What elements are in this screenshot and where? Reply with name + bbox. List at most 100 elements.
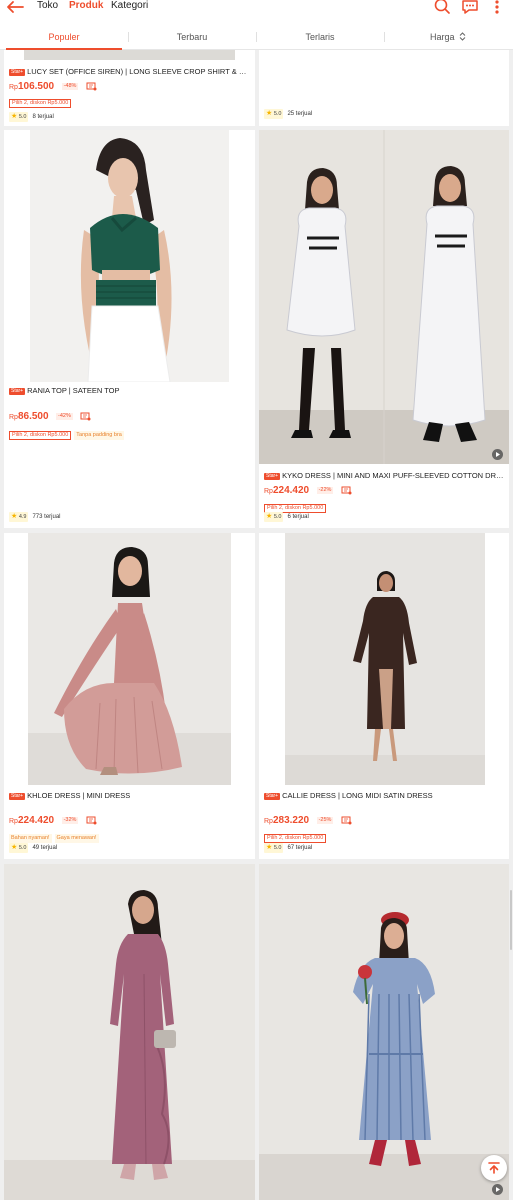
promo-row: Pilih 2, diskon Rp5.000 [264, 826, 329, 843]
meta-row: ★ 5.0 49 terjual [9, 843, 57, 853]
product-card[interactable]: Star+ KYKO DRESS | MINI AND MAXI PUFF-SLE… [259, 130, 509, 528]
product-card[interactable]: Star+ RANIA TOP | SATEEN TOP Rp86.500 -42… [4, 130, 255, 528]
star-icon: ★ [266, 844, 273, 851]
product-card[interactable]: Star+ LUCY SET (OFFICE SIREN) | LONG SLEE… [4, 50, 255, 126]
discount-badge: -32% [61, 817, 79, 825]
price-value: 224.420 [17, 815, 55, 827]
sold-count: 67 terjual [287, 845, 313, 851]
scrollbar[interactable] [510, 890, 512, 950]
promo-row: Pilih 2, diskon Rp5.000 [9, 91, 74, 108]
product-card[interactable]: Star+ KHLOE DRESS | MINI DRESS Rp224.420 … [4, 533, 255, 859]
star-icon: ★ [266, 110, 273, 117]
video-play-icon[interactable] [492, 1184, 503, 1195]
promo-tag: Pilih 2, diskon Rp5.000 [9, 431, 72, 440]
star-plus-badge: Star+ [9, 69, 26, 76]
sold-count: 8 terjual [32, 114, 54, 120]
product-price: Rp283.220 [264, 815, 309, 826]
tab-kategori[interactable]: Kategori [111, 0, 148, 12]
meta-row: ★ 5.0 6 terjual [264, 512, 309, 522]
currency: Rp [264, 818, 273, 826]
product-image [4, 130, 255, 382]
rating-badge: ★ 5.0 [9, 843, 29, 853]
product-card[interactable]: Star+ CALLIE DRESS | LONG MIDI SATIN DRES… [259, 533, 509, 859]
search-icon[interactable] [433, 0, 451, 14]
discount-badge: -25% [316, 817, 334, 825]
product-image [4, 864, 255, 1200]
star-plus-badge: Star+ [264, 793, 281, 800]
star-plus-badge: Star+ [9, 793, 26, 800]
price-row: Rp86.500 -42% [9, 408, 91, 422]
sort-populer[interactable]: Populer [0, 24, 128, 50]
product-name: Star+ KHLOE DRESS | MINI DRESS [9, 791, 251, 801]
product-name: Star+ KYKO DRESS | MINI AND MAXI PUFF-SLE… [264, 471, 506, 481]
star-icon: ★ [266, 513, 273, 520]
more-vertical-icon[interactable] [493, 0, 501, 14]
product-image [259, 533, 509, 785]
star-icon: ★ [11, 844, 18, 851]
promo-row: Pilih 2, diskon Rp5.000 [264, 496, 329, 513]
sort-terlaris-label: Terlaris [305, 32, 335, 42]
product-price: Rp224.420 [264, 485, 309, 496]
tab-toko[interactable]: Toko [37, 0, 58, 12]
product-title: RANIA TOP | SATEEN TOP [27, 386, 120, 395]
product-name: Star+ RANIA TOP | SATEEN TOP [9, 386, 251, 396]
product-price: Rp86.500 [9, 411, 49, 422]
rating-value: 5.0 [18, 845, 27, 851]
meta-row: ★ 4.9 773 terjual [9, 512, 61, 522]
promo-tag: Gaya menawan! [54, 834, 99, 843]
tab-produk[interactable]: Produk [69, 0, 103, 12]
star-plus-badge: Star+ [9, 388, 26, 395]
sold-count: 25 terjual [287, 111, 313, 117]
product-image [259, 130, 509, 464]
product-image [4, 533, 255, 785]
rating-value: 4.9 [18, 514, 27, 520]
product-card[interactable] [4, 864, 255, 1200]
sort-harga[interactable]: Harga [384, 24, 512, 50]
price-row: Rp224.420 -22% [264, 482, 352, 496]
price-row: Rp224.420 -32% [9, 812, 97, 826]
rating-value: 5.0 [273, 845, 282, 851]
promo-row: Bahan nyaman! Gaya menawan! [9, 826, 102, 843]
product-image [4, 50, 255, 60]
promo-row: Pilih 2, diskon Rp5.000 Tanpa padding bra [9, 423, 127, 440]
scroll-to-top-button[interactable] [481, 1155, 507, 1181]
sort-terlaris[interactable]: Terlaris [256, 24, 384, 50]
rating-value: 5.0 [273, 111, 282, 117]
rating-badge: ★ 5.0 [264, 109, 284, 119]
sold-count: 49 terjual [32, 845, 58, 851]
product-title: LUCY SET (OFFICE SIREN) | LONG SLEEVE CR… [27, 67, 251, 76]
product-price: Rp224.420 [9, 815, 54, 826]
rating-badge: ★ 5.0 [264, 843, 284, 853]
sort-terbaru-label: Terbaru [176, 32, 208, 42]
sort-updown-icon [459, 32, 466, 41]
product-image [259, 864, 509, 1200]
promo-tag: Bahan nyaman! [9, 834, 52, 843]
sold-count: 6 terjual [287, 514, 309, 520]
sold-count: 773 terjual [32, 514, 61, 520]
product-title: KYKO DRESS | MINI AND MAXI PUFF-SLEEVED … [282, 471, 506, 480]
chat-icon[interactable] [461, 0, 479, 14]
product-card[interactable] [259, 864, 509, 1200]
product-card[interactable]: ★ 5.0 25 terjual [259, 50, 509, 126]
price-value: 224.420 [272, 485, 310, 497]
cod-icon [86, 816, 97, 825]
sort-bar: Populer Terbaru Terlaris Harga [0, 24, 513, 50]
back-arrow-icon[interactable] [5, 0, 25, 14]
star-icon: ★ [11, 513, 18, 520]
star-icon: ★ [11, 113, 18, 120]
cod-icon [341, 816, 352, 825]
currency: Rp [9, 818, 18, 826]
product-name: Star+ LUCY SET (OFFICE SIREN) | LONG SLEE… [9, 67, 251, 77]
product-title: KHLOE DRESS | MINI DRESS [27, 791, 131, 800]
rating-badge: ★ 5.0 [9, 112, 29, 122]
video-play-icon[interactable] [492, 449, 503, 460]
cod-icon [341, 486, 352, 495]
meta-row: ★ 5.0 67 terjual [264, 843, 312, 853]
rating-value: 5.0 [18, 114, 27, 120]
sort-populer-label: Populer [48, 32, 80, 42]
arrow-up-to-top-icon [488, 1162, 500, 1174]
product-name: Star+ CALLIE DRESS | LONG MIDI SATIN DRES… [264, 791, 506, 801]
discount-badge: -22% [316, 487, 334, 495]
sort-terbaru[interactable]: Terbaru [128, 24, 256, 50]
product-title: CALLIE DRESS | LONG MIDI SATIN DRESS [282, 791, 433, 800]
